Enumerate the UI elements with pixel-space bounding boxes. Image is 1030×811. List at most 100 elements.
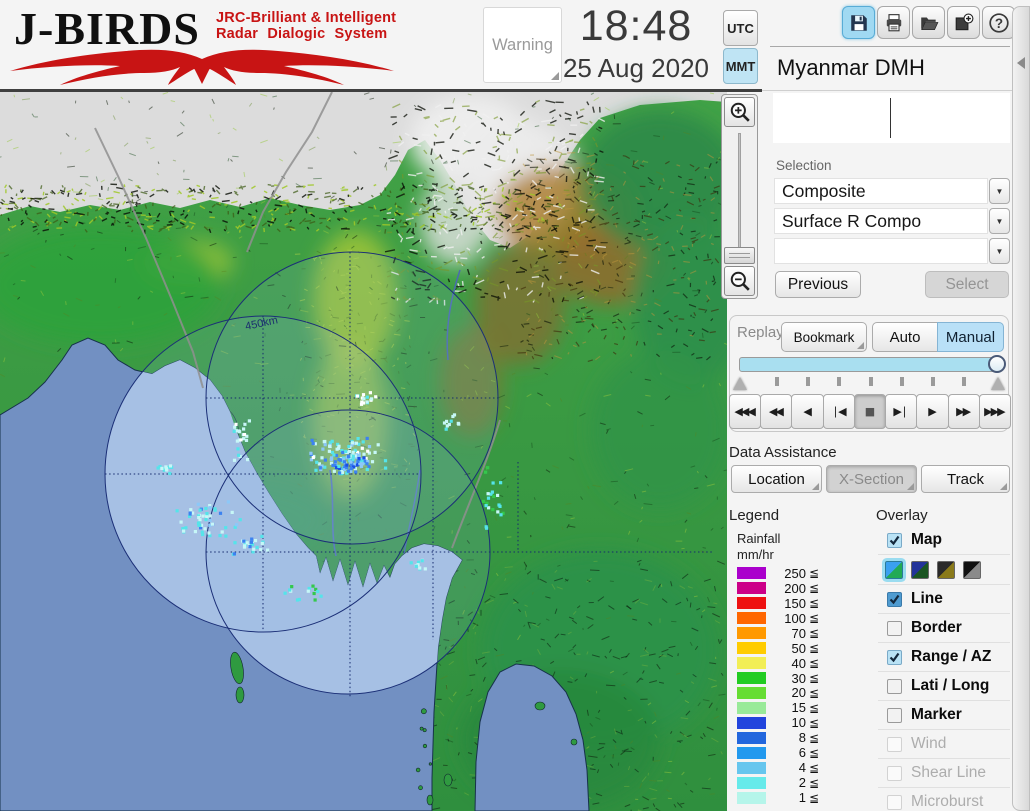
playback-step-forward-button[interactable]: ▶❘ (885, 394, 918, 429)
mmt-toggle-button[interactable]: MMT (723, 48, 758, 84)
overlay-item-label: Wind (911, 735, 947, 752)
playback-controls: ◀◀◀ ◀◀ ◀ ❘◀ ■ ▶❘ ▶ ▶▶ ▶▶▶ (729, 394, 1011, 429)
product-option-dropdown[interactable] (774, 238, 988, 264)
map-style-1-selected[interactable] (885, 560, 903, 579)
replay-slider-handle[interactable] (988, 355, 1006, 373)
legend-value: 4 (798, 760, 806, 776)
playback-forward-button[interactable]: ▶▶ (947, 394, 980, 429)
legend-color-swatch (737, 582, 766, 595)
playback-jump-start-button[interactable]: ◀◀◀ (729, 394, 762, 429)
legend-operator: ≦ (809, 715, 820, 730)
slider-end-marker[interactable] (991, 377, 1005, 390)
legend-row: 10 ≦ (737, 715, 847, 730)
map-style-4[interactable] (963, 560, 981, 579)
playback-rewind-button[interactable]: ◀◀ (760, 394, 793, 429)
map-style-3[interactable] (937, 560, 955, 579)
overlay-options: Map Line Border Range / AZ Lati / Long Marker… (878, 526, 1010, 811)
overlay-item-label: Marker (911, 706, 962, 723)
legend-value: 20 (791, 685, 806, 701)
auto-mode-button[interactable]: Auto (872, 322, 938, 352)
slider-tick (899, 377, 904, 386)
replay-slider-track[interactable] (739, 357, 1001, 372)
legend-operator: ≦ (809, 596, 820, 611)
product-category-dropdown[interactable]: Composite (774, 178, 988, 204)
legend-operator: ≦ (809, 760, 820, 775)
legend-value: 10 (791, 715, 806, 731)
product-type-dropdown-arrow[interactable]: ▼ (989, 208, 1010, 234)
zoom-out-button[interactable] (724, 266, 755, 296)
save-button[interactable] (842, 6, 875, 39)
overlay-label: Overlay (876, 507, 928, 524)
legend-color-swatch (737, 657, 766, 670)
playback-step-back-button[interactable]: ❘◀ (822, 394, 855, 429)
legend-value: 2 (798, 775, 806, 791)
legend-row: 30 ≦ (737, 671, 847, 686)
checkbox-microburst[interactable] (887, 794, 902, 810)
playback-play-button[interactable]: ▶ (916, 394, 949, 429)
playback-jump-end-button[interactable]: ▶▶▶ (978, 394, 1011, 429)
legend-color-swatch (737, 791, 766, 804)
map-style-2[interactable] (911, 560, 929, 579)
open-folder-button[interactable] (912, 6, 945, 39)
product-type-dropdown[interactable]: Surface R Compo (774, 208, 988, 234)
playback-stop-button[interactable]: ■ (853, 394, 887, 429)
product-category-dropdown-arrow[interactable]: ▼ (989, 178, 1010, 204)
legend-row: 15 ≦ (737, 700, 847, 715)
help-button[interactable]: ? (982, 6, 1015, 39)
playback-play-reverse-button[interactable]: ◀ (791, 394, 824, 429)
legend-row: 70 ≦ (737, 626, 847, 641)
legend-color-swatch (737, 567, 766, 580)
zoom-in-button[interactable] (724, 97, 755, 127)
add-window-button[interactable] (947, 6, 980, 39)
legend-value: 70 (791, 625, 806, 641)
legend-operator: ≦ (809, 775, 820, 790)
radar-map-svg: 450km (0, 91, 752, 811)
select-button[interactable]: Select (925, 271, 1009, 298)
panel-collapse-strip[interactable] (1012, 6, 1030, 811)
legend-color-swatch (737, 672, 766, 685)
print-button[interactable] (877, 6, 910, 39)
legend-color-swatch (737, 761, 766, 774)
track-button[interactable]: Track (921, 465, 1010, 493)
checkbox-shear-line[interactable] (887, 765, 902, 781)
zoom-slider-handle[interactable] (724, 247, 755, 264)
checkbox-wind[interactable] (887, 736, 902, 752)
legend-color-swatch (737, 597, 766, 610)
overlay-row-wind: Wind (878, 730, 1010, 759)
overlay-row-range-az: Range / AZ (878, 643, 1010, 672)
previous-button[interactable]: Previous (775, 271, 861, 298)
legend-row: 250 ≦ (737, 566, 847, 581)
zoom-in-icon (730, 102, 750, 122)
slider-start-marker[interactable] (733, 377, 747, 390)
location-button[interactable]: Location (731, 465, 822, 493)
legend-color-swatch (737, 731, 766, 744)
utc-toggle-button[interactable]: UTC (723, 10, 758, 46)
x-section-button[interactable]: X-Section (826, 465, 917, 493)
radar-map-viewport[interactable]: 450km (0, 91, 752, 811)
product-option-dropdown-arrow[interactable]: ▼ (989, 238, 1010, 264)
checkbox-lati-long[interactable] (887, 678, 902, 694)
jbirds-app: J-BIRDS JRC-Brilliant & Intelligent Rada… (0, 0, 1030, 811)
legend-label: Legend (729, 507, 780, 524)
map-zoom-control (721, 94, 758, 299)
overlay-row-lati-long: Lati / Long (878, 672, 1010, 701)
checkbox-line[interactable] (887, 591, 902, 607)
checkbox-range-az[interactable] (887, 649, 902, 665)
legend-value: 6 (798, 745, 806, 761)
overlay-item-label: Border (911, 619, 962, 636)
panel-top-hairline (762, 90, 1030, 91)
overlay-row-border: Border (878, 614, 1010, 643)
zoom-slider-track[interactable] (738, 133, 741, 251)
bookmark-button[interactable]: Bookmark (781, 322, 867, 352)
checkbox-marker[interactable] (887, 707, 902, 723)
manual-mode-button[interactable]: Manual (937, 322, 1004, 352)
checkbox-map[interactable] (887, 532, 902, 548)
legend-value: 50 (791, 640, 806, 656)
legend-value: 1 (798, 790, 806, 806)
legend-value: 200 (784, 580, 806, 596)
legend-operator: ≦ (809, 730, 820, 745)
message-box[interactable] (773, 93, 1010, 143)
corner-grip-icon (857, 342, 864, 349)
app-logo-subtitle: JRC-Brilliant & Intelligent Radar Dialog… (216, 10, 397, 42)
checkbox-border[interactable] (887, 620, 902, 636)
